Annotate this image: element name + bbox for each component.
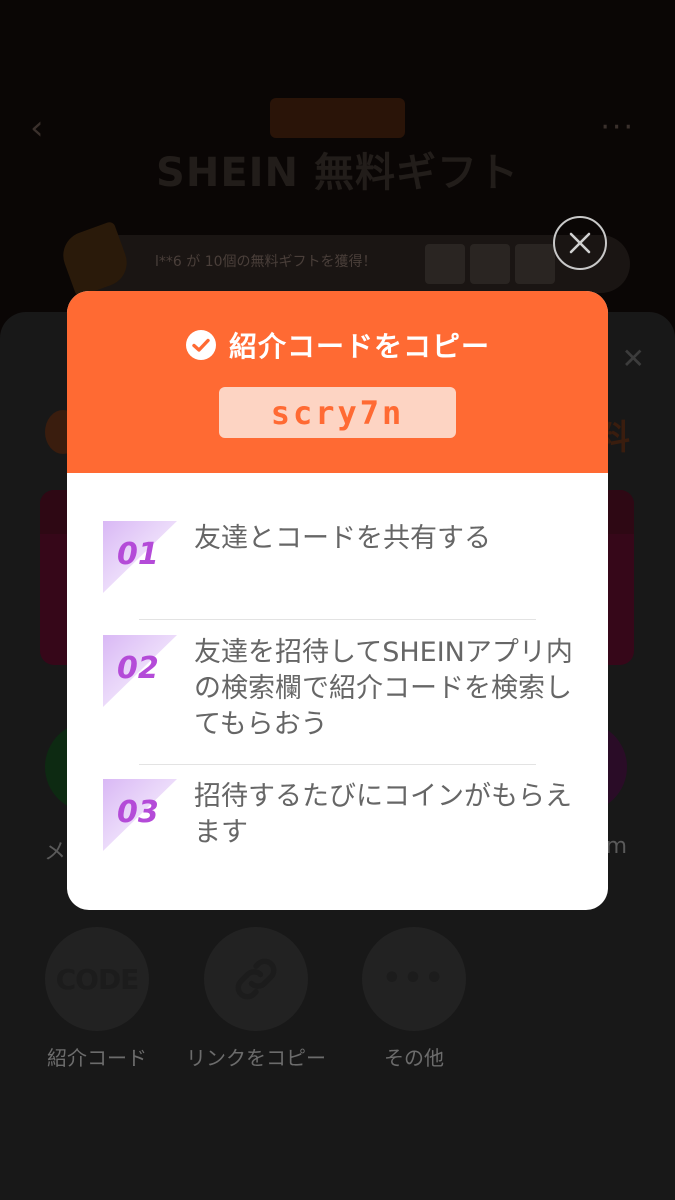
close-icon	[569, 232, 591, 254]
code-icon: CODE	[55, 962, 140, 996]
gift-ticker: l**6 が 10個の無料ギフトを獲得！	[56, 220, 630, 298]
step-number-badge: 03	[103, 779, 177, 851]
step-text: 友達を招待してSHEINアプリ内の検索欄で紹介コードを検索してもらおう	[194, 637, 573, 740]
promo-badge	[270, 98, 405, 138]
divider	[139, 764, 536, 765]
ticker-text: l**6 が 10個の無料ギフトを獲得！	[155, 254, 377, 270]
modal-title: 紹介コードをコピー	[228, 330, 490, 363]
step-number: 03	[117, 795, 159, 830]
step-number-badge: 02	[103, 635, 177, 707]
product-thumb	[470, 244, 510, 284]
copy-link-button[interactable]	[204, 927, 308, 1031]
referral-code-value: scry7n	[270, 393, 405, 432]
copy-link-label: リンクをコピー	[186, 1046, 326, 1070]
more-dots-icon: •••	[382, 961, 446, 996]
other-share-label: その他	[384, 1046, 444, 1070]
sheet-close-icon[interactable]: ✕	[622, 342, 645, 375]
referral-code-box[interactable]: scry7n	[219, 387, 456, 438]
referral-code-label: 紹介コード	[47, 1046, 147, 1070]
step-number: 02	[117, 651, 159, 686]
divider	[139, 619, 536, 620]
link-icon	[235, 958, 277, 1000]
step-number: 01	[117, 537, 159, 572]
copied-status: 紹介コードをコピー	[67, 325, 608, 365]
page-title: SHEIN 無料ギフト	[156, 150, 519, 196]
referral-code-button[interactable]: CODE	[45, 927, 149, 1031]
share-label: m	[605, 834, 627, 859]
party-popper-icon	[56, 220, 134, 298]
step-text: 招待するたびにコインがもらえます	[194, 781, 572, 848]
modal-header: 紹介コードをコピー scry7n	[67, 291, 608, 473]
product-thumb	[515, 244, 555, 284]
step-number-badge: 01	[103, 521, 177, 593]
other-share-button[interactable]: •••	[362, 927, 466, 1031]
product-thumb	[425, 244, 465, 284]
share-label: メ	[44, 840, 67, 865]
modal-close-button[interactable]	[553, 216, 607, 270]
check-circle-icon	[185, 330, 216, 360]
referral-code-modal: 紹介コードをコピー scry7n 01 友達とコードを共有する 02 友達を招待…	[67, 291, 608, 910]
step-text: 友達とコードを共有する	[194, 523, 491, 554]
